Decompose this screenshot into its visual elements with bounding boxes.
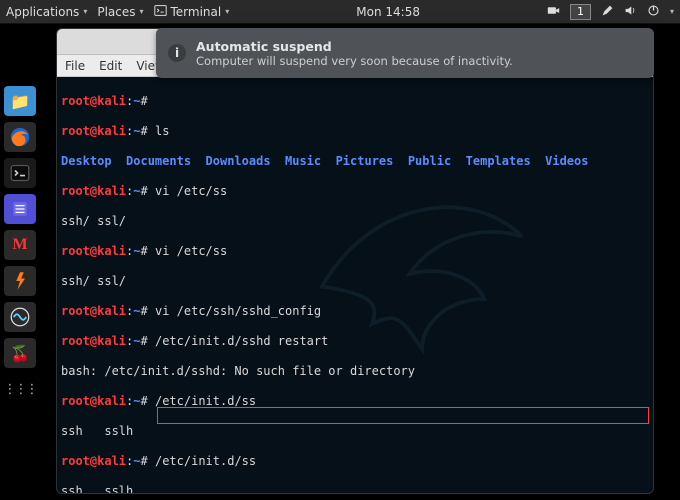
menu-edit[interactable]: Edit [99, 59, 122, 73]
out-5: ssh sslh [61, 424, 649, 439]
menu-terminal[interactable]: Terminal ▾ [154, 4, 230, 20]
menu-file[interactable]: File [65, 59, 85, 73]
out-1: ssh/ ssl/ [61, 214, 649, 229]
prompt-user: root@kali [61, 94, 126, 108]
notification-body: Computer will suspend very soon because … [196, 54, 513, 68]
dock-app-terminal[interactable] [4, 158, 36, 188]
menu-terminal-label: Terminal [171, 5, 222, 19]
dock-app-firefox[interactable] [4, 122, 36, 152]
terminal-body[interactable]: root@kali:~# root@kali:~# ls Desktop Doc… [57, 77, 653, 493]
out-2: ssh/ ssl/ [61, 274, 649, 289]
top-panel: Applications ▾ Places ▾ Terminal ▾ Mon 1… [0, 0, 680, 24]
menu-applications-label: Applications [6, 5, 79, 19]
chevron-down-icon: ▾ [83, 7, 87, 16]
dock-app-metasploit[interactable]: M [4, 230, 36, 260]
system-tray: 1 ▾ [547, 4, 674, 20]
notification-title: Automatic suspend [196, 39, 513, 54]
highlight-hping3 [157, 407, 649, 424]
menu-places[interactable]: Places ▾ [97, 5, 143, 19]
ls-output: Desktop Documents Downloads Music Pictur… [61, 154, 649, 169]
dock-app-cherrytree[interactable]: 🍒 [4, 338, 36, 368]
suspend-notification[interactable]: i Automatic suspend Computer will suspen… [156, 28, 654, 78]
dock: 📁 M 🍒 ⋮⋮⋮ [4, 86, 46, 404]
cmd-initd-1: /etc/init.d/ss [155, 394, 256, 408]
chevron-down-icon: ▾ [139, 7, 143, 16]
cmd-vi-2: vi /etc/ss [155, 244, 227, 258]
menu-places-label: Places [97, 5, 135, 19]
chevron-down-icon[interactable]: ▾ [670, 7, 674, 16]
camera-icon[interactable] [547, 4, 560, 20]
power-icon[interactable] [647, 4, 660, 20]
cmd-vi-1: vi /etc/ss [155, 184, 227, 198]
out-4: bash: /etc/init.d/sshd: No such file or … [61, 364, 649, 379]
cmd-initd-2: /etc/init.d/ss [155, 454, 256, 468]
terminal-window: ─ □ ✕ File Edit View root@kali:~# root@k… [56, 28, 654, 494]
out-6: ssh sslh [61, 484, 649, 494]
info-icon: i [168, 44, 186, 62]
volume-icon[interactable] [624, 4, 637, 20]
panel-clock[interactable]: Mon 14:58 [356, 5, 420, 19]
terminal-icon [154, 4, 167, 20]
workspace-indicator[interactable]: 1 [570, 4, 591, 20]
cmd-vi-3: vi /etc/ssh/sshd_config [155, 304, 321, 318]
cmd-ls: ls [155, 124, 169, 138]
chevron-down-icon: ▾ [225, 7, 229, 16]
dock-app-editor[interactable] [4, 194, 36, 224]
dock-app-files[interactable]: 📁 [4, 86, 36, 116]
dock-app-burp[interactable] [4, 266, 36, 296]
dock-app-wireshark[interactable] [4, 302, 36, 332]
cmd-sshd-restart: /etc/init.d/sshd restart [155, 334, 328, 348]
pen-icon[interactable] [601, 4, 614, 20]
menu-applications[interactable]: Applications ▾ [6, 5, 87, 19]
dock-show-apps[interactable]: ⋮⋮⋮ [4, 374, 36, 404]
